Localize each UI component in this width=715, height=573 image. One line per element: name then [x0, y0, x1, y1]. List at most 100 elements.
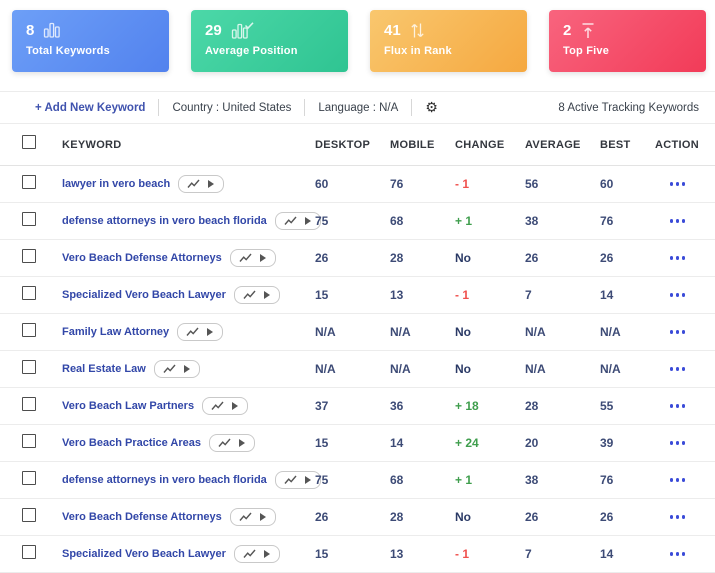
keyword-actions-pill	[229, 249, 276, 267]
action-menu-button[interactable]	[655, 404, 700, 408]
action-menu-button[interactable]	[655, 441, 700, 445]
play-icon[interactable]	[259, 512, 267, 522]
keyword-actions-pill	[177, 323, 224, 341]
play-icon[interactable]	[207, 179, 215, 189]
desktop-rank: 75	[315, 473, 329, 487]
row-checkbox[interactable]	[22, 322, 36, 337]
trend-chart-icon[interactable]	[239, 512, 252, 522]
desktop-rank: 15	[315, 436, 329, 450]
desktop-rank: N/A	[315, 325, 336, 339]
table-row: Family Law Attorney N/A N/A No N/A N/A	[0, 314, 715, 351]
play-icon[interactable]	[231, 401, 239, 411]
row-checkbox[interactable]	[22, 507, 36, 522]
action-menu-button[interactable]	[655, 367, 700, 371]
desktop-rank: 15	[315, 547, 329, 561]
keyword-link[interactable]: Vero Beach Defense Attorneys	[62, 511, 222, 523]
change-value: - 1	[455, 288, 470, 302]
stat-card-average-position[interactable]: 29 Average Position	[191, 10, 348, 72]
row-checkbox[interactable]	[22, 396, 36, 411]
country-selector[interactable]: Country : United States	[172, 102, 291, 114]
keyword-actions-pill	[233, 286, 280, 304]
action-menu-button[interactable]	[655, 552, 700, 556]
play-icon[interactable]	[259, 253, 267, 263]
best-rank: 76	[600, 473, 614, 487]
desktop-rank: 37	[315, 399, 329, 413]
average-position-label: Average Position	[205, 45, 298, 57]
mobile-rank: 76	[390, 177, 404, 191]
desktop-rank: 26	[315, 251, 329, 265]
row-checkbox[interactable]	[22, 359, 36, 374]
flux-in-rank-label: Flux in Rank	[384, 45, 452, 57]
action-menu-button[interactable]	[655, 219, 700, 223]
table-row: Vero Beach Law Partners 37 36 + 18 28 55	[0, 388, 715, 425]
action-menu-button[interactable]	[655, 330, 700, 334]
keyword-link[interactable]: defense attorneys in vero beach florida	[62, 215, 267, 227]
action-menu-button[interactable]	[655, 515, 700, 519]
bar-chart-check-icon	[231, 21, 254, 39]
keyword-link[interactable]: Family Law Attorney	[62, 326, 169, 338]
trend-chart-icon[interactable]	[163, 364, 176, 374]
trend-chart-icon[interactable]	[218, 438, 231, 448]
mobile-rank: 28	[390, 510, 404, 524]
play-icon[interactable]	[263, 549, 271, 559]
stat-card-flux-in-rank[interactable]: 41 Flux in Rank	[370, 10, 527, 72]
action-menu-button[interactable]	[655, 182, 700, 186]
average-rank: 56	[525, 177, 539, 191]
settings-gear-icon[interactable]: ⚙	[425, 101, 438, 115]
play-icon[interactable]	[263, 290, 271, 300]
row-checkbox[interactable]	[22, 174, 36, 189]
stat-card-top-five[interactable]: 2 Top Five	[549, 10, 706, 72]
table-row: Vero Beach Defense Attorneys 26 28 No 26 26	[0, 499, 715, 536]
row-checkbox[interactable]	[22, 544, 36, 559]
action-menu-button[interactable]	[655, 478, 700, 482]
select-all-checkbox[interactable]	[22, 135, 36, 149]
row-checkbox[interactable]	[22, 470, 36, 485]
action-menu-button[interactable]	[655, 293, 700, 297]
keyword-actions-pill	[209, 434, 256, 452]
trend-chart-icon[interactable]	[284, 216, 297, 226]
trend-chart-icon[interactable]	[243, 290, 256, 300]
row-checkbox[interactable]	[22, 433, 36, 448]
keywords-toolbar: + Add New Keyword Country : United State…	[0, 91, 715, 124]
trend-chart-icon[interactable]	[211, 401, 224, 411]
keyword-link[interactable]: Vero Beach Practice Areas	[62, 437, 201, 449]
action-menu-button[interactable]	[655, 256, 700, 260]
trend-chart-icon[interactable]	[239, 253, 252, 263]
stat-card-total-keywords[interactable]: 8 Total Keywords	[12, 10, 169, 72]
best-rank: 60	[600, 177, 614, 191]
average-rank: 7	[525, 288, 532, 302]
mobile-rank: 28	[390, 251, 404, 265]
average-rank: 38	[525, 473, 539, 487]
play-icon[interactable]	[304, 216, 312, 226]
play-icon[interactable]	[206, 327, 214, 337]
keyword-link[interactable]: defense attorneys in vero beach florida	[62, 474, 267, 486]
average-rank: 28	[525, 399, 539, 413]
keyword-link[interactable]: Specialized Vero Beach Lawyer	[62, 548, 226, 560]
play-icon[interactable]	[183, 364, 191, 374]
average-rank: 26	[525, 251, 539, 265]
top-five-value: 2	[563, 21, 572, 39]
language-selector[interactable]: Language : N/A	[318, 102, 398, 114]
keyword-link[interactable]: Real Estate Law	[62, 363, 146, 375]
add-new-keyword-button[interactable]: + Add New Keyword	[35, 102, 145, 114]
trend-chart-icon[interactable]	[284, 475, 297, 485]
keyword-link[interactable]: lawyer in vero beach	[62, 178, 170, 190]
row-checkbox[interactable]	[22, 211, 36, 226]
header-change: CHANGE	[455, 138, 505, 151]
header-average: AVERAGE	[525, 138, 581, 151]
keyword-link[interactable]: Vero Beach Law Partners	[62, 400, 194, 412]
table-header: KEYWORD DESKTOP MOBILE CHANGE AVERAGE BE…	[0, 124, 715, 166]
desktop-rank: 15	[315, 288, 329, 302]
row-checkbox[interactable]	[22, 285, 36, 300]
keyword-link[interactable]: Specialized Vero Beach Lawyer	[62, 289, 226, 301]
row-checkbox[interactable]	[22, 248, 36, 263]
trend-chart-icon[interactable]	[186, 327, 199, 337]
up-down-arrows-icon	[410, 22, 425, 39]
trend-chart-icon[interactable]	[243, 549, 256, 559]
play-icon[interactable]	[304, 475, 312, 485]
play-icon[interactable]	[238, 438, 246, 448]
change-value: + 24	[455, 436, 479, 450]
desktop-rank: 60	[315, 177, 329, 191]
keyword-link[interactable]: Vero Beach Defense Attorneys	[62, 252, 222, 264]
trend-chart-icon[interactable]	[187, 179, 200, 189]
